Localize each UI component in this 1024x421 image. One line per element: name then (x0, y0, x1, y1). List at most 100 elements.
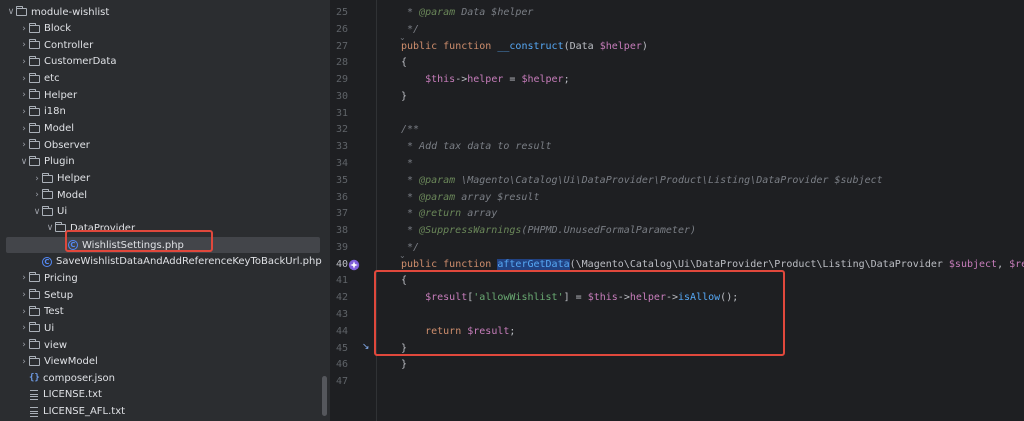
override-gutter-icon[interactable] (348, 259, 360, 271)
chevron-right-icon[interactable]: › (32, 174, 42, 184)
code-line[interactable]: 30} (330, 89, 1024, 105)
chevron-down-icon[interactable]: ∨ (19, 157, 29, 167)
tree-item[interactable]: › Pricing (0, 270, 330, 286)
code-line[interactable]: 46} (330, 357, 1024, 373)
code-line[interactable]: 27 public function __construct(Data $help… (330, 39, 1024, 55)
tree-item[interactable]: ∨ Plugin (0, 154, 330, 170)
tree-item-label: Block (44, 23, 72, 35)
line-number: 25 (335, 7, 348, 18)
tree-item-label: LICENSE_AFL.txt (43, 406, 126, 418)
code-text: $this->helper = $helper; (425, 74, 570, 86)
folder-icon (29, 22, 40, 33)
line-number: 43 (335, 309, 348, 321)
tree-item-label: etc (44, 73, 60, 85)
chevron-right-icon[interactable]: › (19, 290, 29, 300)
line-number: 30 (335, 90, 348, 102)
tree-item[interactable]: ∨ module-wishlist (0, 4, 330, 20)
folder-icon (29, 55, 40, 66)
tree-item[interactable]: › CustomerData (0, 54, 330, 70)
tree-item[interactable]: C SaveWishlistDataAndAddReferenceKeyToBac… (0, 254, 330, 270)
code-line[interactable]: 32 /** (330, 122, 1024, 138)
tree-item[interactable]: LICENSE_AFL.txt (0, 404, 330, 420)
line-number: 39 (335, 241, 348, 253)
tree-item[interactable]: › etc (0, 71, 330, 87)
caret-marker-icon: ↘ (362, 341, 370, 352)
chevron-right-icon[interactable]: › (19, 74, 29, 84)
chevron-right-icon[interactable]: › (19, 140, 29, 150)
highlight-box-code (374, 270, 785, 356)
tree-item[interactable]: › Observer (0, 137, 330, 153)
code-text: * @param Data $helper (401, 7, 534, 18)
chevron-right-icon[interactable]: › (19, 40, 29, 50)
chevron-right-icon[interactable]: › (19, 323, 29, 333)
tree-item-label: module-wishlist (31, 6, 110, 18)
code-line[interactable]: 47 (330, 374, 1024, 390)
code-text: /** (401, 124, 420, 136)
line-number: 31 (335, 107, 348, 119)
chevron-right-icon[interactable]: › (19, 273, 29, 283)
chevron-right-icon[interactable]: › (32, 190, 42, 200)
folder-icon (29, 272, 40, 283)
project-tree: ∨ module-wishlist › Block › Controller › Custom… (0, 0, 330, 421)
code-line[interactable]: 29 $this->helper = $helper; (330, 72, 1024, 88)
folder-icon (29, 155, 40, 166)
folder-icon (29, 72, 40, 83)
line-number: 27 (335, 40, 348, 52)
line-number: 40 (335, 258, 348, 270)
tree-item[interactable]: › Model (0, 121, 330, 137)
line-number: 33 (335, 141, 348, 153)
chevron-down-icon[interactable]: ∨ (32, 207, 42, 217)
tree-item[interactable]: ∨ Ui (0, 204, 330, 220)
tree-item[interactable]: › Block (0, 21, 330, 37)
code-line[interactable]: 25 * @param Data $helper (330, 5, 1024, 21)
tree-item[interactable]: {} composer.json (0, 370, 330, 386)
folder-icon (29, 139, 40, 150)
json-icon: {} (29, 373, 40, 384)
tree-item[interactable]: › Helper (0, 171, 330, 187)
tree-item-label: CustomerData (44, 56, 117, 68)
tree-item[interactable]: › i18n (0, 104, 330, 120)
tree-item[interactable]: › Ui (0, 320, 330, 336)
tree-item[interactable]: › view (0, 337, 330, 353)
fold-icon[interactable]: ⌄ (399, 251, 406, 260)
chevron-right-icon[interactable]: › (19, 357, 29, 367)
tree-item-label: LICENSE.txt (43, 389, 102, 401)
code-line[interactable]: 39 */ (330, 240, 1024, 256)
folder-icon (29, 339, 40, 349)
code-line[interactable]: 36 * @param array $result (330, 190, 1024, 206)
tree-item[interactable]: › ViewModel (0, 354, 330, 370)
chevron-right-icon[interactable]: › (19, 107, 29, 117)
tree-item[interactable]: › Helper (0, 87, 330, 103)
code-line[interactable]: 35 * @param \Magento\Catalog\Ui\DataProv… (330, 173, 1024, 189)
code-line[interactable]: 37 * @return array (330, 206, 1024, 222)
tree-item[interactable]: › Test (0, 304, 330, 320)
chevron-down-icon[interactable]: ∨ (45, 223, 55, 233)
chevron-down-icon[interactable]: ∨ (6, 7, 16, 17)
chevron-right-icon[interactable]: › (19, 124, 29, 134)
code-line[interactable]: 28 { (330, 55, 1024, 71)
tree-item[interactable]: › Setup (0, 287, 330, 303)
chevron-right-icon[interactable]: › (19, 307, 29, 317)
chevron-right-icon[interactable]: › (19, 24, 29, 34)
tree-item-label: Helper (44, 89, 78, 101)
tree-item-label: Plugin (44, 156, 75, 168)
line-number: 41 (335, 275, 348, 287)
tree-item[interactable]: › Model (0, 187, 330, 203)
code-line[interactable]: 34 * (330, 156, 1024, 172)
code-text: * @SuppressWarnings(PHPMD.UnusedFormalPa… (401, 225, 697, 237)
tree-item[interactable]: LICENSE.txt (0, 387, 330, 403)
code-line[interactable]: 31 (330, 106, 1024, 122)
code-line[interactable]: 38 * @SuppressWarnings(PHPMD.UnusedForma… (330, 223, 1024, 239)
tree-item-label: Ui (57, 206, 68, 218)
folder-icon (42, 189, 53, 200)
code-line[interactable]: 26 */ (330, 22, 1024, 38)
tree-item[interactable]: › Controller (0, 37, 330, 53)
line-number: 42 (335, 292, 348, 304)
fold-icon[interactable]: ⌄ (399, 33, 406, 42)
tree-item-label: Setup (44, 289, 74, 301)
chevron-right-icon[interactable]: › (19, 340, 29, 350)
code-line[interactable]: 33 * Add tax data to result (330, 139, 1024, 155)
chevron-right-icon[interactable]: › (19, 90, 29, 100)
chevron-right-icon[interactable]: › (19, 57, 29, 67)
line-number: 46 (335, 359, 348, 371)
